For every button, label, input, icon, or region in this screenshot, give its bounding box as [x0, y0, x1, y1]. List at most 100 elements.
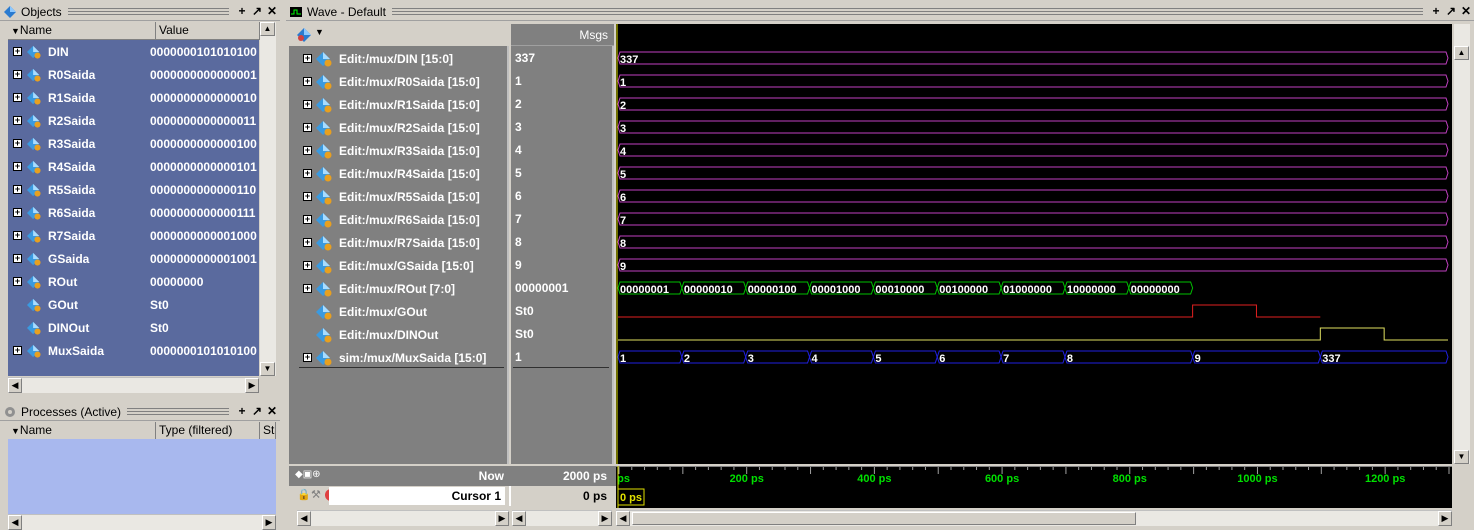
- wave-vscrollbar[interactable]: ▲ ▼: [1454, 24, 1470, 464]
- object-row[interactable]: + R0Saida 0000000000000001: [8, 63, 259, 86]
- expand-icon[interactable]: +: [303, 100, 312, 109]
- object-row[interactable]: DINOut St0: [8, 316, 259, 339]
- objects-hscrollbar[interactable]: ◀ ▶: [8, 377, 259, 393]
- wave-undock-icon[interactable]: ↗: [1444, 4, 1458, 19]
- scroll-down-icon[interactable]: ▼: [260, 362, 275, 376]
- wave-hscroll-thumb[interactable]: [632, 512, 1136, 525]
- objects-col-value[interactable]: Value: [156, 22, 260, 39]
- processes-add-icon[interactable]: +: [235, 404, 249, 419]
- objects-drag-grip[interactable]: [67, 8, 230, 15]
- processes-col-name[interactable]: ▼Name: [8, 422, 156, 439]
- time-axis[interactable]: 0 ps 200 ps 400 ps 600 ps 800 ps 1000 ps 1200 …: [616, 466, 1452, 508]
- waveform[interactable]: 3: [617, 120, 1449, 135]
- expand-icon[interactable]: +: [13, 93, 22, 102]
- expand-icon[interactable]: +: [13, 116, 22, 125]
- processes-col-state[interactable]: Sta: [260, 422, 276, 439]
- scroll-left-icon[interactable]: ◀: [616, 511, 630, 526]
- waveform-area[interactable]: 337 1 2 3 4 5 6 7 8 9 00000001 00000010 00000100 0000…: [616, 24, 1452, 464]
- wave-add-icon[interactable]: +: [1429, 4, 1443, 19]
- object-row[interactable]: + R7Saida 0000000000001000: [8, 224, 259, 247]
- objects-undock-icon[interactable]: ↗: [250, 4, 264, 19]
- expand-icon[interactable]: +: [303, 238, 312, 247]
- expand-icon[interactable]: +: [13, 47, 22, 56]
- processes-close-icon[interactable]: ✕: [265, 404, 279, 419]
- expand-icon[interactable]: +: [13, 254, 22, 263]
- expand-icon[interactable]: +: [13, 162, 22, 171]
- object-row[interactable]: + R3Saida 0000000000000100: [8, 132, 259, 155]
- waveform[interactable]: 4: [617, 143, 1449, 158]
- signal-row[interactable]: + Edit:/mux/R2Saida [15:0]: [289, 116, 480, 139]
- waveform[interactable]: 00000001 00000010 00000100 00001000 00010000…: [617, 281, 1194, 296]
- wrench-icon[interactable]: ⚒: [311, 488, 321, 501]
- expand-icon[interactable]: +: [303, 146, 312, 155]
- chevron-down-icon[interactable]: ▼: [315, 27, 324, 37]
- signal-row[interactable]: + Edit:/mux/ROut [7:0]: [289, 277, 455, 300]
- expand-icon[interactable]: +: [303, 54, 312, 63]
- object-row[interactable]: + R6Saida 0000000000000111: [8, 201, 259, 224]
- expand-icon[interactable]: +: [13, 231, 22, 240]
- scroll-up-icon[interactable]: ▲: [260, 22, 275, 36]
- signal-row[interactable]: + Edit:/mux/R4Saida [15:0]: [289, 162, 480, 185]
- object-row[interactable]: + R2Saida 0000000000000011: [8, 109, 259, 132]
- objects-add-icon[interactable]: +: [235, 4, 249, 19]
- scroll-left-icon[interactable]: ◀: [8, 378, 22, 393]
- expand-icon[interactable]: +: [13, 346, 22, 355]
- waveform[interactable]: 5: [617, 166, 1449, 181]
- waveform[interactable]: 6: [617, 189, 1449, 204]
- scroll-right-icon[interactable]: ▶: [245, 378, 259, 393]
- waveform[interactable]: 2: [617, 97, 1449, 112]
- signal-row[interactable]: + Edit:/mux/R6Saida [15:0]: [289, 208, 480, 231]
- waveform[interactable]: [618, 304, 1321, 318]
- names-hscrollbar[interactable]: ◀ ▶: [297, 510, 509, 526]
- expand-icon[interactable]: +: [303, 284, 312, 293]
- signal-row[interactable]: + Edit:/mux/R1Saida [15:0]: [289, 93, 480, 116]
- object-row[interactable]: + MuxSaida 0000000101010100: [8, 339, 259, 362]
- signal-row[interactable]: + Edit:/mux/R5Saida [15:0]: [289, 185, 480, 208]
- signal-row[interactable]: + sim:/mux/MuxSaida [15:0]: [289, 346, 486, 369]
- scroll-left-icon[interactable]: ◀: [8, 515, 22, 530]
- expand-icon[interactable]: +: [13, 185, 22, 194]
- expand-icon[interactable]: +: [303, 123, 312, 132]
- object-row[interactable]: + GSaida 0000000000001001: [8, 247, 259, 270]
- lock-icon[interactable]: 🔒: [297, 488, 311, 501]
- waveform-canvas[interactable]: 33712345678900000001 00000010 00000100 0000…: [616, 24, 1452, 464]
- object-row[interactable]: + ROut 00000000: [8, 270, 259, 293]
- expand-icon[interactable]: +: [13, 277, 22, 286]
- waveform[interactable]: 1: [617, 74, 1449, 89]
- expand-icon[interactable]: +: [13, 208, 22, 217]
- scroll-right-icon[interactable]: ▶: [598, 511, 612, 526]
- processes-col-type[interactable]: Type (filtered): [156, 422, 260, 439]
- expand-icon[interactable]: +: [303, 261, 312, 270]
- signal-row[interactable]: + Edit:/mux/GSaida [15:0]: [289, 254, 474, 277]
- processes-drag-grip[interactable]: [127, 408, 229, 415]
- scroll-down-icon[interactable]: ▼: [1454, 450, 1469, 464]
- waveform[interactable]: 337: [617, 51, 1449, 66]
- now-toolbar-icons[interactable]: ◆▣⊕: [295, 469, 321, 480]
- expand-icon[interactable]: +: [303, 192, 312, 201]
- object-row[interactable]: + R1Saida 0000000000000010: [8, 86, 259, 109]
- object-row[interactable]: + R5Saida 0000000000000110: [8, 178, 259, 201]
- wave-close-icon[interactable]: ✕: [1459, 4, 1473, 19]
- scroll-right-icon[interactable]: ▶: [1438, 511, 1452, 526]
- signal-row[interactable]: + Edit:/mux/R0Saida [15:0]: [289, 70, 480, 93]
- objects-close-icon[interactable]: ✕: [265, 4, 279, 19]
- waveform[interactable]: 8: [617, 235, 1449, 250]
- waveform[interactable]: [618, 327, 1448, 341]
- object-row[interactable]: + R4Saida 0000000000000101: [8, 155, 259, 178]
- scroll-up-icon[interactable]: ▲: [1454, 46, 1469, 60]
- objects-vscrollbar[interactable]: ▲ ▼: [260, 22, 276, 376]
- signal-row[interactable]: Edit:/mux/GOut: [289, 300, 427, 323]
- signal-row[interactable]: + Edit:/mux/R3Saida [15:0]: [289, 139, 480, 162]
- signal-row[interactable]: + Edit:/mux/R7Saida [15:0]: [289, 231, 480, 254]
- expand-icon[interactable]: +: [303, 169, 312, 178]
- scroll-right-icon[interactable]: ▶: [495, 511, 509, 526]
- waveform[interactable]: 1 2 3 4 5 6 7 8 9 337: [617, 350, 1449, 365]
- waveform[interactable]: 7: [617, 212, 1449, 227]
- signal-row[interactable]: + Edit:/mux/DIN [15:0]: [289, 47, 453, 70]
- object-row[interactable]: GOut St0: [8, 293, 259, 316]
- scroll-left-icon[interactable]: ◀: [297, 511, 311, 526]
- signal-row[interactable]: Edit:/mux/DINOut: [289, 323, 438, 346]
- expand-icon[interactable]: +: [303, 353, 312, 362]
- objects-col-name[interactable]: ▼Name: [8, 22, 156, 39]
- scroll-right-icon[interactable]: ▶: [262, 515, 276, 530]
